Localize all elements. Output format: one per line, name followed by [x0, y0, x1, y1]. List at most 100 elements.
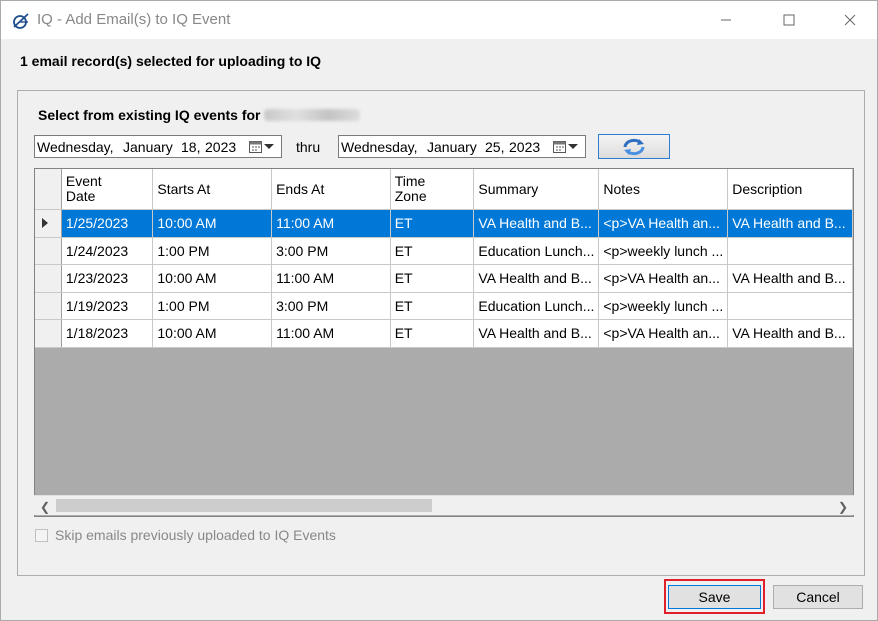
title-bar[interactable]: IQ - Add Email(s) to IQ Event: [1, 1, 877, 39]
cell-starts-at[interactable]: 1:00 PM: [152, 292, 273, 320]
cell-starts-at[interactable]: 1:00 PM: [152, 237, 273, 265]
cell-time-zone[interactable]: ET: [390, 319, 475, 348]
close-button[interactable]: [827, 1, 873, 39]
skip-uploaded-checkbox[interactable]: [35, 529, 48, 542]
column-header-label: Description: [732, 180, 803, 197]
cell-ends-at[interactable]: 3:00 PM: [271, 292, 391, 320]
cell-time-zone[interactable]: ET: [390, 264, 475, 293]
current-row-icon: [42, 218, 48, 229]
cell-event-date[interactable]: 1/24/2023: [61, 237, 154, 265]
table-row[interactable]: 1/25/2023 10:00 AM 11:00 AM ET VA Health…: [35, 209, 853, 238]
cell-description[interactable]: [727, 237, 853, 265]
column-header-label: Starts At: [157, 180, 211, 197]
cell-notes[interactable]: <p>VA Health an...: [598, 209, 729, 238]
cancel-button[interactable]: Cancel: [773, 585, 863, 609]
skip-uploaded-label: Skip emails previously uploaded to IQ Ev…: [55, 527, 336, 543]
cell-notes[interactable]: <p>VA Health an...: [598, 319, 729, 348]
from-date-month: January: [123, 139, 173, 155]
column-header-description[interactable]: Description: [727, 169, 853, 210]
cell-ends-at[interactable]: 11:00 AM: [271, 209, 391, 238]
column-header-label: Notes: [603, 180, 640, 197]
from-date-picker[interactable]: Wednesday, January 18, 2023: [34, 135, 282, 158]
thru-label: thru: [296, 139, 321, 155]
redacted-name: [264, 109, 360, 121]
to-date-date: 25,: [485, 139, 505, 155]
from-date-day: Wednesday,: [37, 139, 114, 155]
cell-event-date[interactable]: 1/19/2023: [61, 292, 154, 320]
refresh-icon: [623, 138, 645, 155]
row-selector[interactable]: [35, 292, 62, 320]
row-header-corner: [35, 169, 62, 210]
to-date-picker[interactable]: Wednesday, January 25, 2023: [338, 135, 586, 158]
cell-summary[interactable]: Education Lunch...: [473, 292, 600, 320]
save-button[interactable]: Save: [668, 585, 761, 609]
column-header-ends-at[interactable]: Ends At: [271, 169, 391, 210]
cell-description[interactable]: [727, 292, 853, 320]
maximize-icon: [783, 14, 795, 26]
row-selector[interactable]: [35, 237, 62, 265]
column-header-notes[interactable]: Notes: [598, 169, 729, 210]
cell-time-zone[interactable]: ET: [390, 292, 475, 320]
cell-event-date[interactable]: 1/23/2023: [61, 264, 154, 293]
cell-description[interactable]: VA Health and B...: [727, 319, 853, 348]
cell-ends-at[interactable]: 11:00 AM: [271, 264, 391, 293]
table-row[interactable]: 1/24/2023 1:00 PM 3:00 PM ET Education L…: [35, 237, 853, 265]
column-header-time-zone[interactable]: Time Zone: [390, 169, 475, 210]
minimize-button[interactable]: [703, 1, 749, 39]
iq-logo-icon: [11, 11, 31, 31]
column-header-label: Ends At: [276, 180, 325, 197]
window-title: IQ - Add Email(s) to IQ Event: [37, 11, 231, 28]
cell-ends-at[interactable]: 11:00 AM: [271, 319, 391, 348]
cell-description[interactable]: VA Health and B...: [727, 209, 853, 238]
cell-ends-at[interactable]: 3:00 PM: [271, 237, 391, 265]
scrollbar-thumb[interactable]: [56, 499, 432, 512]
from-date-year: 2023: [205, 139, 237, 155]
cell-starts-at[interactable]: 10:00 AM: [152, 319, 273, 348]
cell-notes[interactable]: <p>VA Health an...: [598, 264, 729, 293]
minimize-icon: [721, 19, 731, 21]
horizontal-scrollbar[interactable]: ❮ ❯: [34, 495, 854, 515]
to-date-day: Wednesday,: [341, 139, 418, 155]
to-date-month: January: [427, 139, 477, 155]
chevron-down-icon[interactable]: [264, 144, 274, 149]
cell-summary[interactable]: VA Health and B...: [473, 209, 600, 238]
calendar-icon[interactable]: [249, 140, 262, 156]
column-header-label: Time Zone: [394, 173, 427, 204]
cell-time-zone[interactable]: ET: [390, 237, 475, 265]
cell-time-zone[interactable]: ET: [390, 209, 475, 238]
cell-summary[interactable]: VA Health and B...: [473, 264, 600, 293]
grid-header-row: Event Date Starts At Ends At Time Zone S…: [35, 169, 853, 210]
scroll-right-icon[interactable]: ❯: [838, 500, 848, 514]
cell-event-date[interactable]: 1/18/2023: [61, 319, 154, 348]
column-header-label: Summary: [478, 180, 539, 197]
column-header-label: Event Date: [65, 173, 102, 204]
table-row[interactable]: 1/23/2023 10:00 AM 11:00 AM ET VA Health…: [35, 264, 853, 293]
cell-summary[interactable]: VA Health and B...: [473, 319, 600, 348]
table-row[interactable]: 1/18/2023 10:00 AM 11:00 AM ET VA Health…: [35, 319, 853, 348]
cell-summary[interactable]: Education Lunch...: [473, 237, 600, 265]
cell-notes[interactable]: <p>weekly lunch ...: [598, 237, 729, 265]
maximize-button[interactable]: [766, 1, 812, 39]
cell-event-date[interactable]: 1/25/2023: [61, 209, 154, 238]
dialog-window: IQ - Add Email(s) to IQ Event 1 email re…: [0, 0, 878, 621]
cell-starts-at[interactable]: 10:00 AM: [152, 264, 273, 293]
from-date-date: 18,: [181, 139, 201, 155]
cell-notes[interactable]: <p>weekly lunch ...: [598, 292, 729, 320]
column-header-summary[interactable]: Summary: [473, 169, 600, 210]
cell-starts-at[interactable]: 10:00 AM: [152, 209, 273, 238]
scroll-left-icon[interactable]: ❮: [40, 500, 50, 514]
chevron-down-icon[interactable]: [568, 144, 578, 149]
table-row[interactable]: 1/19/2023 1:00 PM 3:00 PM ET Education L…: [35, 292, 853, 320]
row-selector[interactable]: [35, 209, 62, 238]
selection-summary: 1 email record(s) selected for uploading…: [20, 53, 322, 69]
refresh-button[interactable]: [598, 134, 670, 159]
to-date-year: 2023: [509, 139, 541, 155]
calendar-icon[interactable]: [553, 140, 566, 156]
row-selector[interactable]: [35, 319, 62, 348]
column-header-starts-at[interactable]: Starts At: [152, 169, 273, 210]
events-grid[interactable]: Event Date Starts At Ends At Time Zone S…: [34, 168, 854, 517]
cell-description[interactable]: VA Health and B...: [727, 264, 853, 293]
event-selection-panel: Select from existing IQ events for Wedne…: [17, 90, 865, 576]
column-header-event-date[interactable]: Event Date: [61, 169, 154, 210]
row-selector[interactable]: [35, 264, 62, 293]
